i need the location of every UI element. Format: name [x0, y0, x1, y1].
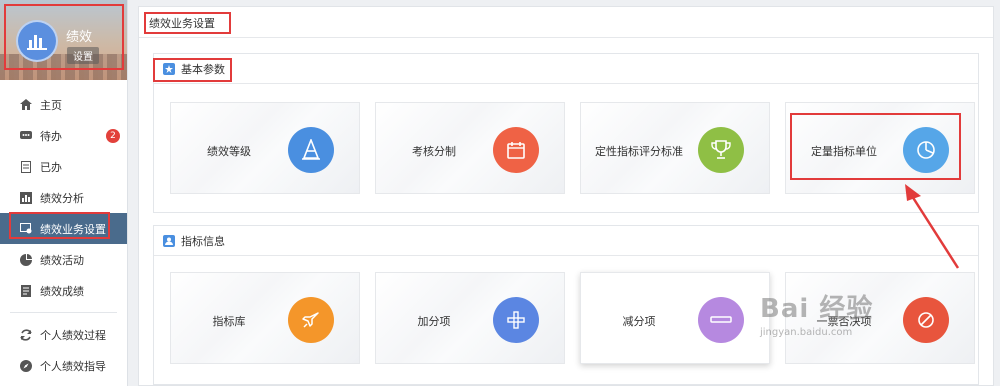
- watermark-url: jingyan.baidu.com: [760, 327, 853, 338]
- watermark: Bai 经验 jingyan.baidu.com: [760, 288, 873, 338]
- watermark-brand: Bai 经验: [760, 294, 874, 324]
